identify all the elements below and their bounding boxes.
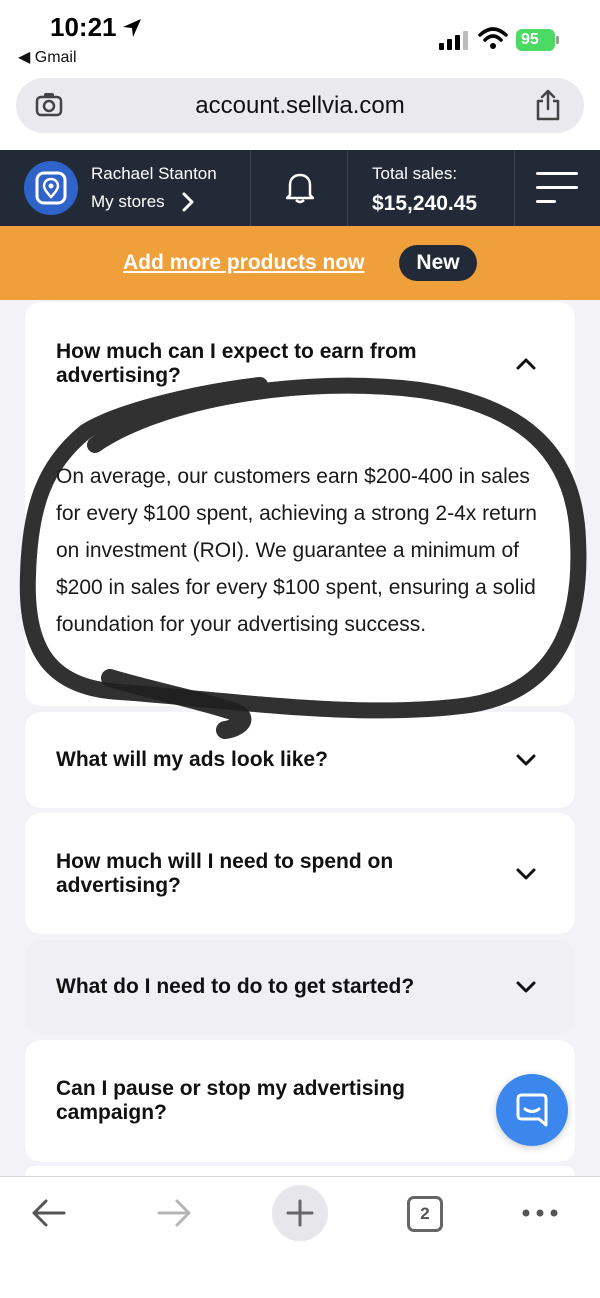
status-time: 10:21 [50,12,117,42]
battery-level: 95 [521,31,539,48]
header-divider [250,150,251,226]
header-divider [347,150,348,226]
faq-item[interactable]: How much will I need to spend on adverti… [25,813,575,934]
browser-url-area: account.sellvia.com [0,78,600,150]
chevron-right-icon[interactable] [181,192,195,212]
back-arrow-icon[interactable] [30,1197,68,1229]
address-bar[interactable]: account.sellvia.com [16,78,584,133]
store-logo-icon[interactable] [24,161,78,215]
location-arrow-icon [123,19,141,37]
faq-question[interactable]: What do I need to do to get started? [56,975,516,999]
new-tab-button[interactable] [272,1185,328,1241]
battery-icon: 95 [516,29,560,51]
header-divider [514,150,515,226]
chat-launcher[interactable] [496,1074,568,1146]
total-sales-value: $15,240.45 [372,192,478,215]
wifi-icon [478,27,508,49]
faq-answer: On average, our customers earn $200-400 … [56,465,537,636]
faq-question[interactable]: How much will I need to spend on adverti… [56,850,486,898]
faq-question[interactable]: Can I pause or stop my advertising campa… [56,1077,476,1125]
faq-item[interactable]: Can I pause or stop my advertising campa… [25,1040,575,1162]
more-icon[interactable] [520,1201,560,1225]
signal-icon [439,31,468,50]
url-text[interactable]: account.sellvia.com [16,92,584,120]
forward-arrow-icon[interactable] [155,1197,193,1229]
total-sales-label: Total sales: [372,164,458,183]
my-stores-link[interactable]: My stores [91,192,165,212]
user-name[interactable]: Rachael Stanton [91,164,217,184]
plus-icon [286,1199,314,1227]
bell-icon[interactable] [284,170,316,204]
site-header: Rachael Stanton My stores Total sales: $… [0,150,600,226]
faq-item[interactable]: What will my ads look like? [25,712,575,808]
browser-toolbar: 2 [0,1176,600,1298]
add-products-link[interactable]: Add more products now [123,251,365,275]
back-to-gmail[interactable]: ◀ Gmail [18,47,77,67]
faq-question[interactable]: How much can I expect to earn from adver… [56,340,486,388]
tabs-button[interactable]: 2 [407,1196,443,1232]
faq-question[interactable]: What will my ads look like? [56,748,486,772]
chevron-up-icon[interactable] [515,357,537,371]
chevron-down-icon[interactable] [515,980,537,994]
faq-item[interactable]: How much can I expect to earn from adver… [25,302,575,706]
new-badge: New [399,245,477,281]
share-icon[interactable] [534,89,562,121]
chat-icon [516,1093,548,1127]
status-bar: 10:21 ◀ Gmail 95 [0,0,600,78]
promo-banner: Add more products now New [0,226,600,300]
chevron-down-icon[interactable] [515,753,537,767]
hamburger-menu-icon[interactable] [536,170,578,206]
faq-item[interactable]: What do I need to do to get started? [25,940,575,1034]
chevron-down-icon[interactable] [515,867,537,881]
